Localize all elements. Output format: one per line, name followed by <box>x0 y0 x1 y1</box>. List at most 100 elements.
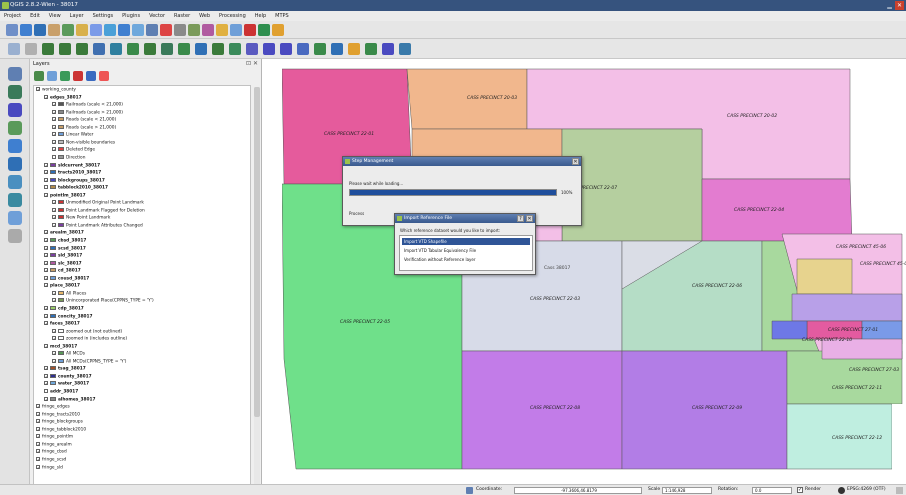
menu-web[interactable]: Web <box>199 13 210 19</box>
toolbar-tool-icon[interactable] <box>90 24 102 36</box>
editing-tool-icon[interactable] <box>195 43 207 55</box>
layer-visibility-checkbox[interactable]: ✓ <box>52 328 56 333</box>
layer-tree-item[interactable]: ✓ county_38017 <box>44 373 92 381</box>
menu-raster[interactable]: Raster <box>174 13 190 19</box>
editing-tool-icon[interactable] <box>59 43 71 55</box>
editing-tool-icon[interactable] <box>348 43 360 55</box>
layer-tree-item[interactable]: ✓ Deleted Edge <box>52 147 95 154</box>
toolbar-tool-icon[interactable] <box>258 24 270 36</box>
add-layer-icon[interactable] <box>8 121 22 135</box>
layer-visibility-checkbox[interactable]: ✓ <box>52 139 56 144</box>
layer-tree-item[interactable]: addr_38017 <box>44 389 78 396</box>
layer-visibility-checkbox[interactable]: ✓ <box>44 230 48 235</box>
add-layer-icon[interactable] <box>8 229 22 243</box>
layer-tree-item[interactable]: ✓ tracts2010_38017 <box>44 170 101 177</box>
layer-tree-item[interactable]: ✓ cbsd_38017 <box>44 238 86 245</box>
rotation-field[interactable]: 0.0 <box>752 487 792 494</box>
import-dialog-close-button[interactable]: ✕ <box>526 215 533 222</box>
menu-processing[interactable]: Processing <box>219 13 246 19</box>
layer-panel-tool-icon[interactable] <box>99 71 109 81</box>
layer-visibility-checkbox[interactable]: ✓ <box>44 321 48 326</box>
layer-panel-tool-icon[interactable] <box>73 71 83 81</box>
toolbar-tool-icon[interactable] <box>76 24 88 36</box>
add-layer-icon[interactable] <box>8 211 22 225</box>
layer-visibility-checkbox[interactable] <box>44 389 48 393</box>
toolbar-tool-icon[interactable] <box>6 24 18 36</box>
crs-globe-icon[interactable] <box>838 487 845 494</box>
layer-tree-item[interactable]: ✓ fringe_tracts2010 <box>36 411 80 419</box>
layer-visibility-checkbox[interactable]: ✓ <box>52 147 56 152</box>
toolbar-tool-icon[interactable] <box>20 24 32 36</box>
layer-tree-item[interactable]: ✓ faces_38017 <box>44 321 80 328</box>
layer-tree-item[interactable]: ✓ Point Landmark Attributes Changed <box>52 222 143 230</box>
add-layer-icon[interactable] <box>8 193 22 207</box>
toolbar-tool-icon[interactable] <box>146 24 158 36</box>
reference-options-list[interactable]: Import VTD Shapefile Import VTD Tabular E… <box>399 235 533 271</box>
editing-tool-icon[interactable] <box>399 43 411 55</box>
menu-help[interactable]: Help <box>255 13 266 19</box>
reference-option-item[interactable]: Import VTD Shapefile <box>402 238 530 245</box>
layer-visibility-checkbox[interactable]: ✓ <box>44 275 48 280</box>
layer-tree-item[interactable]: tabblock2010_38017 <box>44 185 108 192</box>
layer-visibility-checkbox[interactable]: ✓ <box>52 298 56 303</box>
layer-tree[interactable]: ✓ working_county ✓ edges_38017 ✓ Railroads (s… <box>33 85 251 493</box>
menu-settings[interactable]: Settings <box>93 13 114 19</box>
layer-visibility-checkbox[interactable]: ✓ <box>44 381 48 386</box>
layer-tree-item[interactable]: ✓ mcd_38017 <box>44 343 77 351</box>
editing-tool-icon[interactable] <box>8 43 20 55</box>
layer-visibility-checkbox[interactable]: ✓ <box>44 238 48 243</box>
editing-tool-icon[interactable] <box>76 43 88 55</box>
layer-tree-item[interactable]: ✓ Unmodified Original Point Landmark <box>52 200 144 207</box>
layer-visibility-checkbox[interactable]: ✓ <box>44 170 48 175</box>
panel-float-close-icon[interactable]: ⊡ ✕ <box>246 60 258 67</box>
toolbar-tool-icon[interactable] <box>272 24 284 36</box>
editing-tool-icon[interactable] <box>161 43 173 55</box>
menu-layer[interactable]: Layer <box>70 13 84 19</box>
layer-visibility-checkbox[interactable]: ✓ <box>52 200 56 205</box>
layer-visibility-checkbox[interactable]: ✓ <box>44 260 48 265</box>
layer-tree-item[interactable]: ✓ Point Landmark Flagged for Deletion <box>52 207 145 215</box>
layer-tree-item[interactable]: ✓ fringe_scsd <box>36 456 66 464</box>
layer-visibility-checkbox[interactable]: ✓ <box>52 215 56 220</box>
layer-visibility-checkbox[interactable]: ✓ <box>36 404 40 409</box>
layer-visibility-checkbox[interactable]: ✓ <box>44 268 48 273</box>
editing-tool-icon[interactable] <box>280 43 292 55</box>
editing-tool-icon[interactable] <box>314 43 326 55</box>
menu-view[interactable]: View <box>49 13 61 19</box>
layer-tree-item[interactable]: ✓ Unincorporated Place(CPPNS_TYPE = 'Y') <box>52 298 154 305</box>
layer-tree-item[interactable]: ✓ sldcurrent_38017 <box>44 162 100 170</box>
crs-label[interactable]: EPSG:4269 (OTF) <box>847 485 886 495</box>
add-layer-icon[interactable] <box>8 103 22 117</box>
render-checkbox[interactable]: ✓ <box>797 487 803 493</box>
layer-visibility-checkbox[interactable]: ✓ <box>44 313 48 318</box>
toolbar-tool-icon[interactable] <box>230 24 242 36</box>
toolbar-tool-icon[interactable] <box>216 24 228 36</box>
layer-tree-item[interactable]: ✓ fringe_edges <box>36 404 70 411</box>
editing-tool-icon[interactable] <box>25 43 37 55</box>
layer-tree-item[interactable]: ✓ fringe_cbsd <box>36 449 67 456</box>
layer-visibility-checkbox[interactable]: ✓ <box>36 449 40 454</box>
dialog-close-button[interactable]: ✕ <box>572 158 579 165</box>
editing-tool-icon[interactable] <box>42 43 54 55</box>
layer-panel-tool-icon[interactable] <box>47 71 57 81</box>
reference-option-item[interactable]: Verification without Reference layer <box>402 256 530 263</box>
toolbar-tool-icon[interactable] <box>118 24 130 36</box>
layer-tree-item[interactable]: ✓ water_38017 <box>44 381 89 388</box>
minimize-icon[interactable]: ▁ <box>885 1 894 10</box>
layer-tree-item[interactable]: ✓ arealm_38017 <box>44 230 84 237</box>
menu-vector[interactable]: Vector <box>149 13 165 19</box>
layer-visibility-checkbox[interactable]: ✓ <box>44 94 48 99</box>
layer-tree-item[interactable]: ✓ tsag_38017 <box>44 366 86 373</box>
layer-panel-tool-icon[interactable] <box>34 71 44 81</box>
toolbar-tool-icon[interactable] <box>202 24 214 36</box>
layer-tree-item[interactable]: ✓ Railroads (scale > 21,000) <box>52 109 123 117</box>
coordinate-field[interactable]: -97.3606,46.8179 <box>514 487 642 494</box>
layer-visibility-checkbox[interactable]: ✓ <box>36 456 40 461</box>
add-layer-icon[interactable] <box>8 67 22 81</box>
layer-visibility-checkbox[interactable]: ✓ <box>44 283 48 288</box>
layer-visibility-checkbox[interactable]: ✓ <box>52 207 56 212</box>
layer-tree-item[interactable]: ✓ place_38017 <box>44 283 80 290</box>
editing-tool-icon[interactable] <box>263 43 275 55</box>
help-button[interactable]: ? <box>517 215 524 222</box>
layer-tree-item[interactable]: ✓ edges_38017 <box>44 94 82 102</box>
